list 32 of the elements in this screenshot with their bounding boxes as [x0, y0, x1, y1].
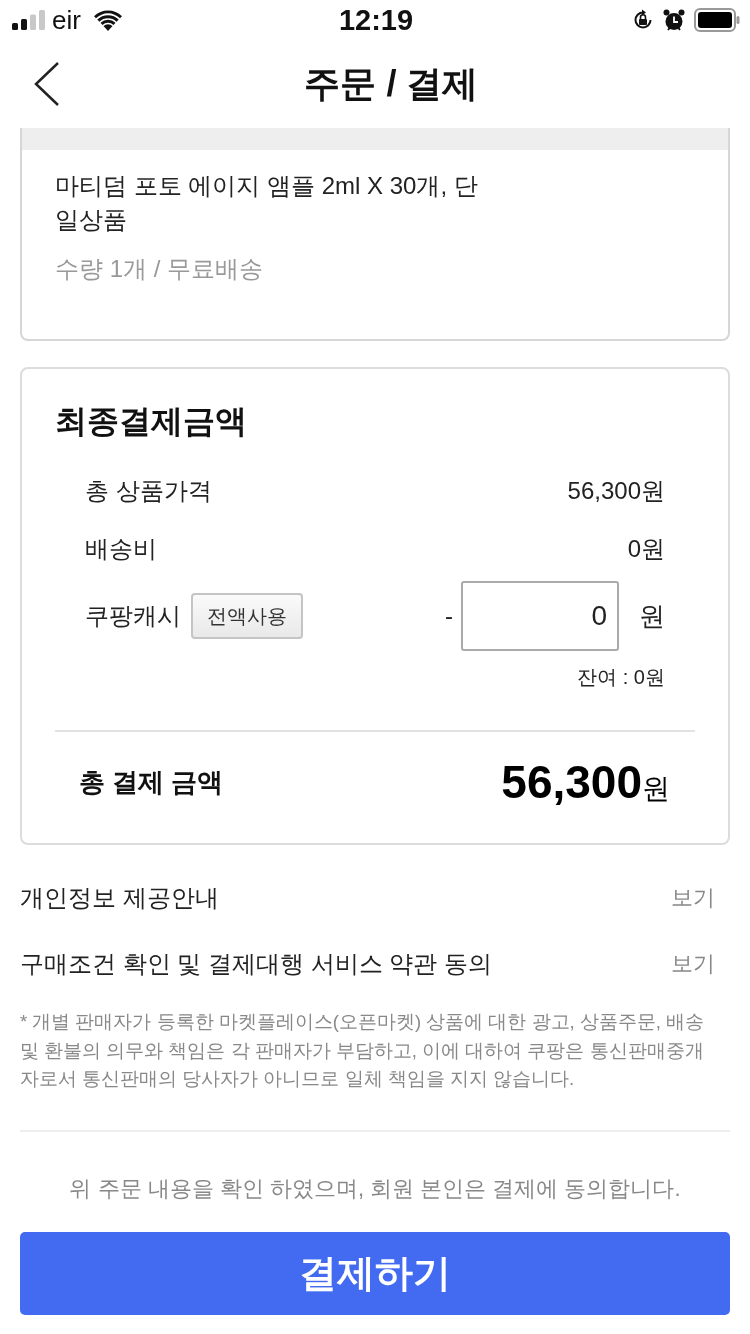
back-button[interactable]: [33, 61, 61, 107]
minus-sign: -: [445, 602, 453, 630]
battery-icon: [694, 8, 740, 32]
pay-button[interactable]: 결제하기: [20, 1231, 730, 1315]
use-all-button[interactable]: 전액사용: [191, 593, 303, 639]
terms-label: 구매조건 확인 및 결제대행 서비스 약관 동의: [20, 949, 492, 979]
disclaimer-text: * 개별 판매자가 등록한 마켓플레이스(오픈마켓) 상품에 대한 광고, 상품주문, 배송 및 환불의 의무와 책임은 각 판매자가 부담하고, 이에 대하여 쿠팡은 통신판매중개자로서 통신판매의 당사자가 아니므로 일체 책임을 지지 않습니다.: [20, 1010, 706, 1091]
page-title: 주문 / 결제: [304, 62, 479, 106]
agreement-text: 위 주문 내용을 확인 하였으며, 회원 본인은 결제에 동의합니다.: [68, 1174, 682, 1203]
balance-note: 잔여 : 0원: [577, 665, 665, 690]
status-time: 12:19: [338, 3, 414, 37]
view-link[interactable]: 보기: [671, 883, 715, 913]
total-amount: 56,300원: [501, 755, 670, 809]
view-link[interactable]: 보기: [671, 949, 715, 979]
cash-input-field[interactable]: 0: [461, 581, 619, 651]
carrier-name: eir: [52, 4, 81, 36]
section-title: 최종결제금액: [55, 402, 248, 441]
alarm-clock-icon: [662, 8, 686, 32]
price-label: 총 상품가격: [85, 476, 212, 506]
rotation-lock-icon: [632, 9, 654, 31]
currency-unit: 원: [639, 599, 665, 633]
price-label: 배송비: [85, 534, 157, 564]
cash-label: 쿠팡캐시: [85, 601, 181, 631]
total-label: 총 결제 금액: [79, 765, 224, 799]
price-value: 56,300원: [567, 476, 665, 506]
product-name: 마티덤 포토 에이지 앰플 2ml X 30개, 단일상품: [55, 171, 479, 235]
signal-icon: [12, 10, 46, 30]
back-chevron-icon: [33, 61, 61, 107]
terms-label: 개인정보 제공안내: [20, 883, 219, 913]
price-value: 0원: [627, 534, 665, 564]
product-quantity-shipping: 수량 1개 / 무료배송: [55, 254, 265, 284]
wifi-icon: [92, 9, 123, 31]
